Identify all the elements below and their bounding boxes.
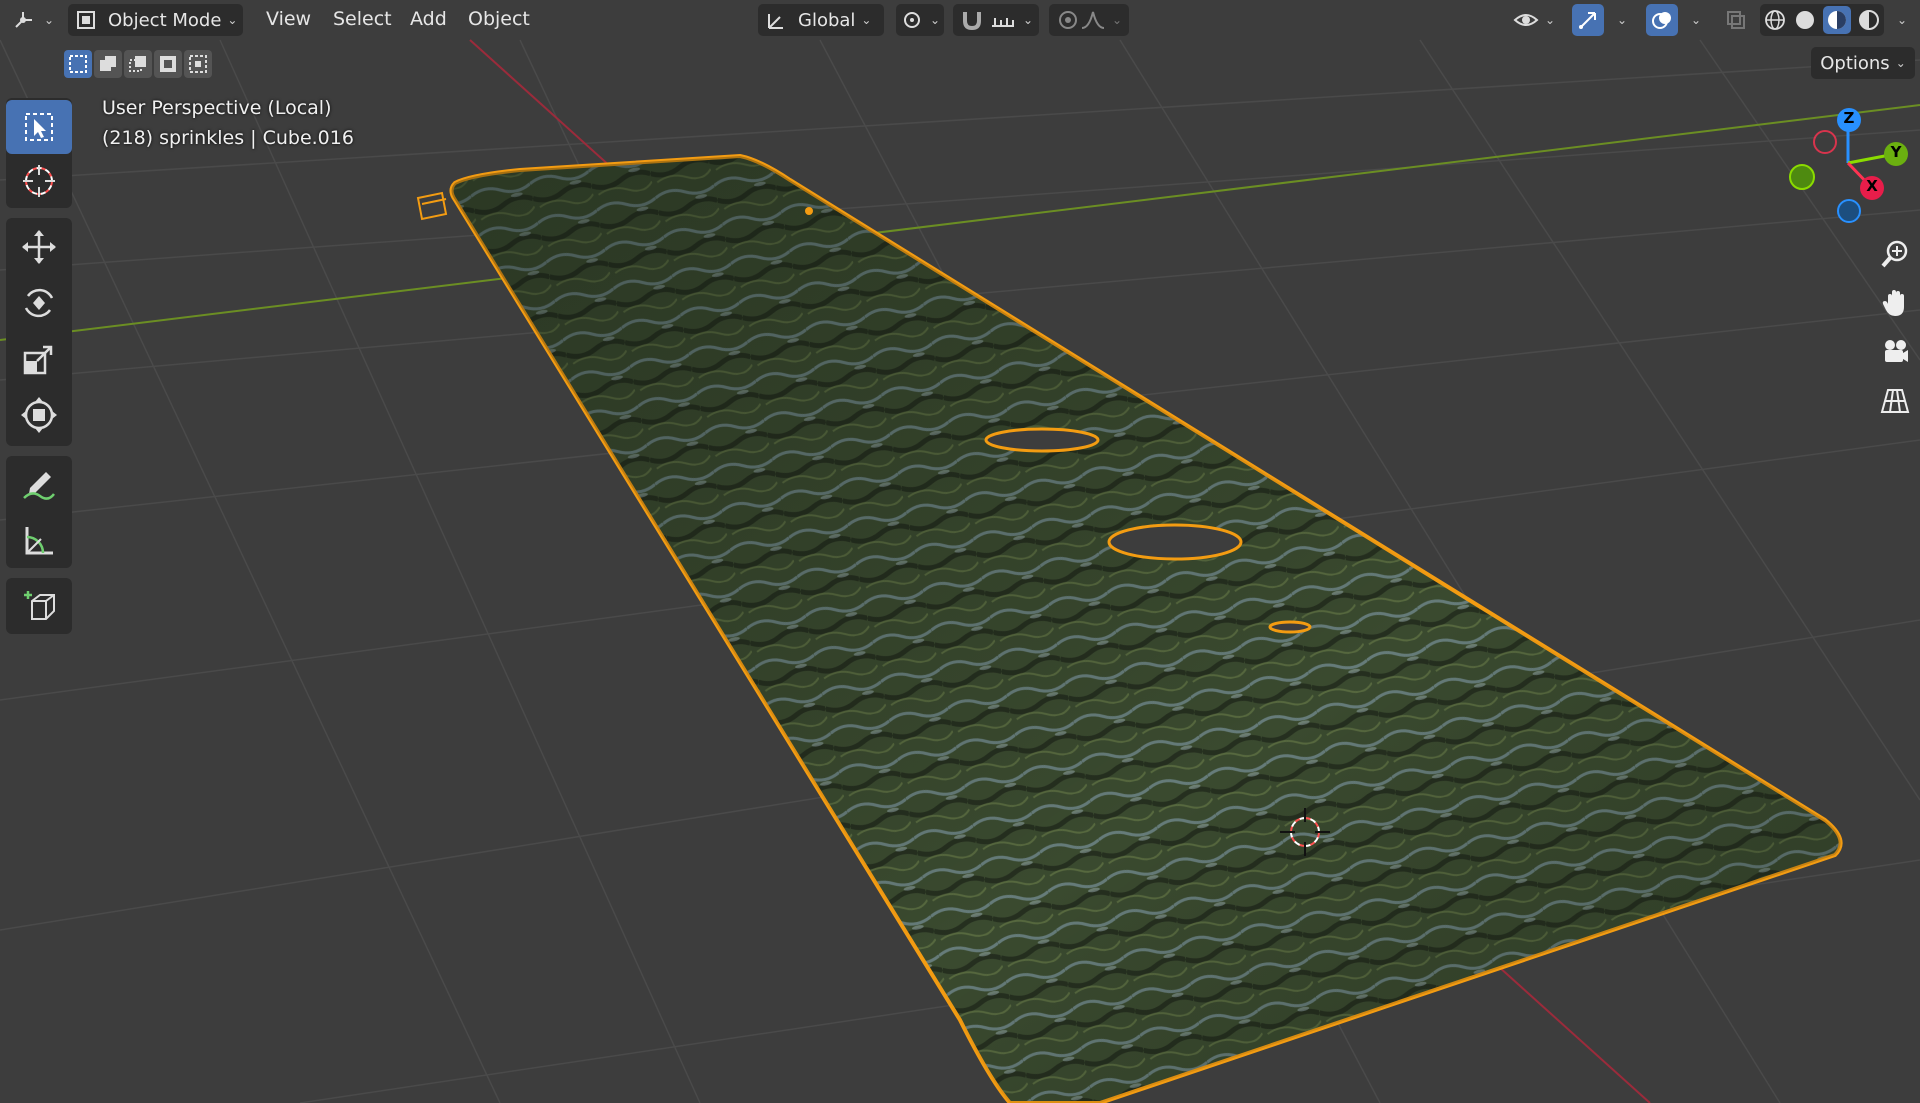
select-invert-button[interactable] [154,50,182,78]
select-new-button[interactable] [64,50,92,78]
axes-icon [15,12,32,28]
magnet-icon[interactable] [959,8,989,32]
snap-increment-icon[interactable] [989,8,1017,32]
eye-icon [1513,14,1539,26]
tool-rotate[interactable] [6,276,72,330]
mode-dropdown[interactable]: Object Mode ⌄ [68,4,243,36]
object-info-label: (218) sprinkles | Cube.016 [102,127,354,149]
shading-dropdown[interactable]: ⌄ [1886,4,1912,36]
annotate-icon [23,472,55,500]
tool-annotate[interactable] [6,458,72,512]
chevron-down-icon: ⌄ [1895,56,1906,70]
gizmo-z-label[interactable]: Z [1840,109,1858,127]
gizmo-y-label[interactable]: Y [1887,143,1905,161]
overlays-dropdown[interactable]: ⌄ [1680,4,1706,36]
toolbar-group-select [6,98,72,208]
select-invert-icon [160,56,176,72]
options-label: Options [1820,52,1890,74]
cursor-icon [23,165,55,197]
toolbar-group-annotate [6,456,72,568]
chevron-down-icon: ⌄ [1896,13,1908,27]
grid-perspective-icon [1880,389,1910,413]
chevron-down-icon: ⌄ [43,13,55,27]
select-new-icon [69,55,87,73]
measure-icon [25,527,53,555]
toolbar-group-add [6,578,72,634]
perspective-toggle-button[interactable] [1875,381,1915,421]
shading-buttons[interactable] [1760,4,1884,36]
menu-object[interactable]: Object [468,8,530,30]
orientation-icon [768,14,783,29]
chevron-down-icon: ⌄ [1111,13,1123,27]
add-cube-icon [24,591,55,620]
editor-type-button[interactable]: ⌄ [8,4,58,36]
light-object-icon [416,191,448,221]
tool-measure[interactable] [6,514,72,568]
solid-shading-icon[interactable] [1793,8,1817,32]
tool-cursor[interactable] [6,154,72,208]
orientation-label: Global [798,9,856,31]
gizmo-x-label[interactable]: X [1863,177,1881,195]
gizmo-icon [1579,12,1596,29]
proportional-editing-icon[interactable] [1056,8,1080,32]
snap-controls[interactable]: ⌄ [953,4,1039,36]
select-subtract-button[interactable] [124,50,152,78]
options-dropdown[interactable]: Options ⌄ [1811,47,1915,79]
water-mesh[interactable] [449,153,1843,1103]
overlays-icon [1652,12,1671,29]
pivot-point-dropdown[interactable]: ⌄ [896,4,944,36]
viewport-header: ⌄ Object Mode ⌄ View Select Add Object G… [0,0,1920,40]
select-intersect-icon [189,55,207,73]
move-icon [22,230,56,264]
chevron-down-icon: ⌄ [1544,13,1556,27]
chevron-down-icon: ⌄ [929,13,941,27]
object-mode-icon [77,11,95,29]
select-extend-icon [100,56,116,71]
material-preview-shading-icon[interactable] [1823,6,1851,34]
chevron-down-icon: ⌄ [1690,13,1702,27]
camera-view-button[interactable] [1875,332,1915,372]
select-intersect-button[interactable] [184,50,212,78]
3d-viewport[interactable]: Z Y X [0,0,1920,1103]
select-extend-button[interactable] [94,50,122,78]
chevron-down-icon: ⌄ [861,13,872,27]
scale-icon [23,345,53,375]
pivot-icon [903,12,920,28]
mode-label: Object Mode [108,9,222,31]
menu-view[interactable]: View [266,8,311,30]
tool-add-cube[interactable] [6,579,72,633]
menu-add[interactable]: Add [410,8,447,30]
chevron-down-icon: ⌄ [1022,13,1034,27]
wireframe-shading-icon[interactable] [1763,8,1787,32]
overlays-toggle[interactable] [1646,4,1678,36]
select-subtract-icon [129,56,146,72]
tool-select-box[interactable] [6,100,72,154]
falloff-curve-icon[interactable] [1080,8,1106,32]
xray-toggle[interactable] [1720,4,1752,36]
tool-scale[interactable] [6,332,72,386]
tool-transform[interactable] [6,388,72,442]
select-box-icon [25,113,53,141]
transform-icon [21,397,57,433]
gizmos-toggle[interactable] [1572,4,1604,36]
zoom-view-button[interactable] [1875,234,1915,274]
menu-select[interactable]: Select [333,8,392,30]
gizmos-dropdown[interactable]: ⌄ [1606,4,1632,36]
chevron-down-icon: ⌄ [1616,13,1628,27]
zoom-icon [1881,240,1908,268]
perspective-label: User Perspective (Local) [102,97,332,119]
hand-icon [1882,290,1904,316]
proportional-editing-controls[interactable]: ⌄ [1049,4,1129,36]
tool-move[interactable] [6,220,72,274]
toolbar-group-transform [6,218,72,446]
pan-view-button[interactable] [1875,283,1915,323]
camera-icon [1885,340,1908,362]
chevron-down-icon: ⌄ [227,13,238,27]
transform-orientation-dropdown[interactable]: Global ⌄ [758,4,884,36]
visibility-dropdown[interactable]: ⌄ [1508,4,1560,36]
xray-icon [1727,11,1745,29]
viewport-canvas[interactable] [0,0,1920,1103]
rendered-shading-icon[interactable] [1857,8,1881,32]
rotate-icon [24,288,54,318]
